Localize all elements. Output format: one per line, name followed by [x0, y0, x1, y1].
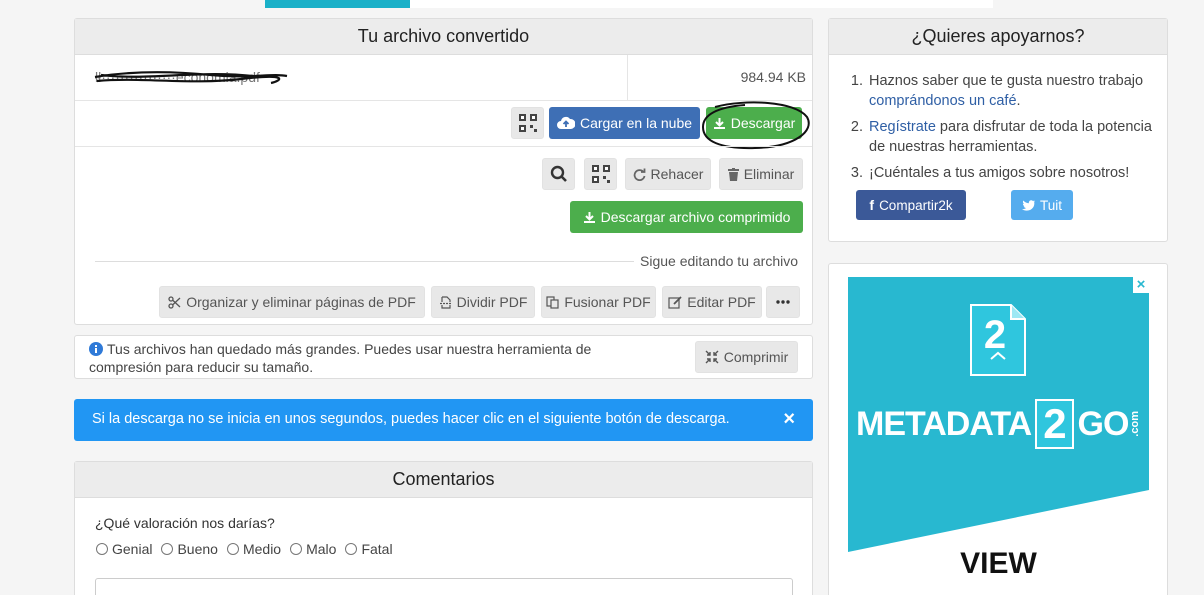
ad-brand: METADATA 2 GO .com [856, 399, 1141, 449]
support-item-coffee: Haznos saber que te gusta nuestro trabaj… [867, 71, 1167, 111]
support-item-register: Regístrate para disfrutar de toda la pot… [867, 117, 1167, 157]
more-dots-icon [776, 300, 790, 304]
radio-circle[interactable] [226, 543, 239, 555]
ad-view-cta[interactable]: VIEW [848, 547, 1149, 581]
size-notice: Tus archivos han quedado más grandes. Pu… [74, 335, 813, 379]
facebook-share-label: Compartir2k [879, 197, 953, 213]
ad-brand-left: METADATA [856, 404, 1032, 443]
redaction-scribble [94, 71, 288, 85]
top-progress-strip [265, 0, 993, 8]
organize-pages-label: Organizar y eliminar páginas de PDF [186, 294, 416, 310]
cloud-upload-icon [556, 116, 575, 129]
twitter-icon [1021, 199, 1035, 211]
merge-pdf-button[interactable]: Fusionar PDF [541, 286, 656, 318]
twitter-share-label: Tuit [1039, 197, 1062, 213]
rating-option-label: Bueno [177, 541, 218, 557]
merge-pdf-label: Fusionar PDF [564, 294, 651, 310]
rating-question: ¿Qué valoración nos darías? [95, 515, 275, 531]
rating-option-label: Fatal [361, 541, 393, 557]
buy-coffee-link[interactable]: comprándonos un café [869, 93, 1017, 109]
rating-options: Genial Bueno Medio Malo Fatal [96, 541, 402, 557]
rating-option-medio[interactable]: Medio [226, 541, 282, 557]
rating-option-bueno[interactable]: Bueno [161, 541, 218, 557]
download-compressed-label: Descargar archivo comprimido [600, 209, 791, 225]
rating-option-label: Genial [112, 541, 153, 557]
support-item-text: Haznos saber que te gusta nuestro trabaj… [869, 73, 1144, 89]
delete-label: Eliminar [743, 166, 795, 182]
compress-button[interactable]: Comprimir [695, 341, 798, 373]
qr-code-button[interactable] [511, 107, 544, 139]
comment-textarea[interactable] [95, 578, 793, 595]
download-alert-text: Si la descarga no se inicia en unos segu… [92, 411, 730, 427]
radio-circle[interactable] [96, 543, 108, 555]
qr-code-icon [591, 165, 610, 183]
divider [75, 146, 812, 147]
support-card: ¿Quieres apoyarnos? Haznos saber que te … [828, 18, 1168, 242]
support-item-share: ¡Cuéntales a tus amigos sobre nosotros! [867, 163, 1167, 183]
alert-close-button[interactable]: × [783, 408, 795, 431]
twitter-share-button[interactable]: Tuit [1011, 190, 1073, 220]
qr-code-icon [518, 114, 537, 132]
scissors-icon [168, 295, 181, 309]
redo-label: Rehacer [650, 166, 704, 182]
upload-cloud-label: Cargar en la nube [579, 115, 693, 131]
rating-option-genial[interactable]: Genial [96, 541, 152, 557]
split-icon [439, 295, 451, 309]
qr-code-button-secondary[interactable] [584, 158, 617, 190]
edit-icon [668, 295, 682, 309]
redo-icon [633, 168, 645, 181]
copy-icon [546, 295, 559, 309]
compress-label: Comprimir [723, 349, 789, 365]
support-title: ¿Quieres apoyarnos? [829, 19, 1167, 55]
converted-card-title: Tu archivo convertido [75, 19, 812, 55]
rating-option-malo[interactable]: Malo [290, 541, 336, 557]
support-item-text: . [1016, 93, 1021, 109]
ad-badge-number: 2 [983, 313, 1007, 357]
register-link[interactable]: Regístrate [869, 119, 936, 135]
file-row-divider [627, 55, 628, 101]
edit-pdf-label: Editar PDF [687, 294, 756, 310]
ad-brand-mid: 2 [1035, 399, 1074, 449]
edit-pdf-button[interactable]: Editar PDF [662, 286, 762, 318]
preview-button[interactable] [542, 158, 575, 190]
radio-circle[interactable] [345, 543, 358, 555]
comments-title: Comentarios [75, 462, 812, 498]
split-pdf-label: Dividir PDF [456, 294, 528, 310]
radio-circle[interactable] [290, 543, 303, 555]
search-icon [550, 165, 567, 182]
rating-option-label: Malo [306, 541, 337, 557]
file-size: 984.94 KB [740, 69, 806, 85]
redo-button[interactable]: Rehacer [625, 158, 711, 190]
download-compressed-button[interactable]: Descargar archivo comprimido [570, 201, 803, 233]
download-alert: Si la descarga no se inicia en unos segu… [74, 399, 813, 441]
ad-card: 2 METADATA 2 GO .com VIEW × [828, 263, 1168, 595]
keep-editing-label: Sigue editando tu archivo [634, 253, 798, 269]
rating-option-label: Medio [242, 541, 282, 557]
top-accent-bar [265, 0, 410, 8]
split-pdf-button[interactable]: Dividir PDF [431, 286, 535, 318]
comments-card: Comentarios ¿Qué valoración nos darías? … [74, 461, 813, 595]
converted-file-card: Tu archivo convertido łł················… [74, 18, 813, 325]
delete-button[interactable]: Eliminar [719, 158, 803, 190]
size-notice-text: Tus archivos han quedado más grandes. Pu… [89, 341, 592, 375]
upload-cloud-button[interactable]: Cargar en la nube [549, 107, 700, 139]
download-icon [583, 211, 595, 223]
facebook-share-button[interactable]: f Compartir2k [856, 190, 966, 220]
trash-icon [727, 167, 739, 181]
support-list: Haznos saber que te gusta nuestro trabaj… [867, 71, 1167, 189]
rating-option-fatal[interactable]: Fatal [345, 541, 393, 557]
ad-close-button[interactable]: × [1133, 277, 1149, 293]
file-row: łł················economia.pdf 984.94 KB [75, 55, 812, 101]
ad-brand-right: GO [1077, 404, 1130, 443]
facebook-icon: f [869, 197, 875, 213]
radio-circle[interactable] [161, 543, 174, 555]
organize-pages-button[interactable]: Organizar y eliminar páginas de PDF [159, 286, 425, 318]
compress-icon [705, 350, 719, 364]
ad-banner[interactable]: 2 METADATA 2 GO .com VIEW × [848, 277, 1149, 595]
more-tools-button[interactable] [766, 286, 800, 318]
hand-drawn-circle-annotation [701, 101, 810, 150]
ad-brand-suffix: .com [1129, 411, 1142, 437]
